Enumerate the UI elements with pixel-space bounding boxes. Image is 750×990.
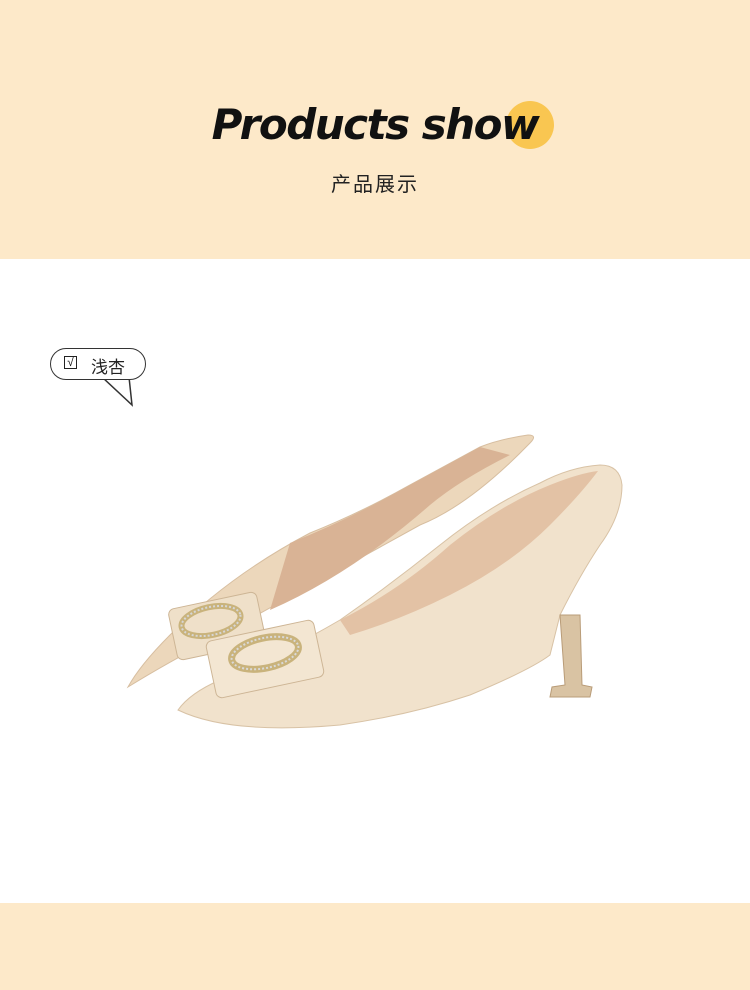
check-icon: √ xyxy=(64,356,77,369)
color-name-label: 浅杏 xyxy=(91,358,125,378)
page-subtitle: 产品展示 xyxy=(331,172,419,196)
color-tag-bubble: √ 浅杏 xyxy=(50,348,146,380)
page-title: Products show xyxy=(211,100,540,149)
bubble-tail xyxy=(101,376,133,407)
beige-pointed-heels-icon xyxy=(126,434,623,729)
footer-band xyxy=(0,903,750,990)
